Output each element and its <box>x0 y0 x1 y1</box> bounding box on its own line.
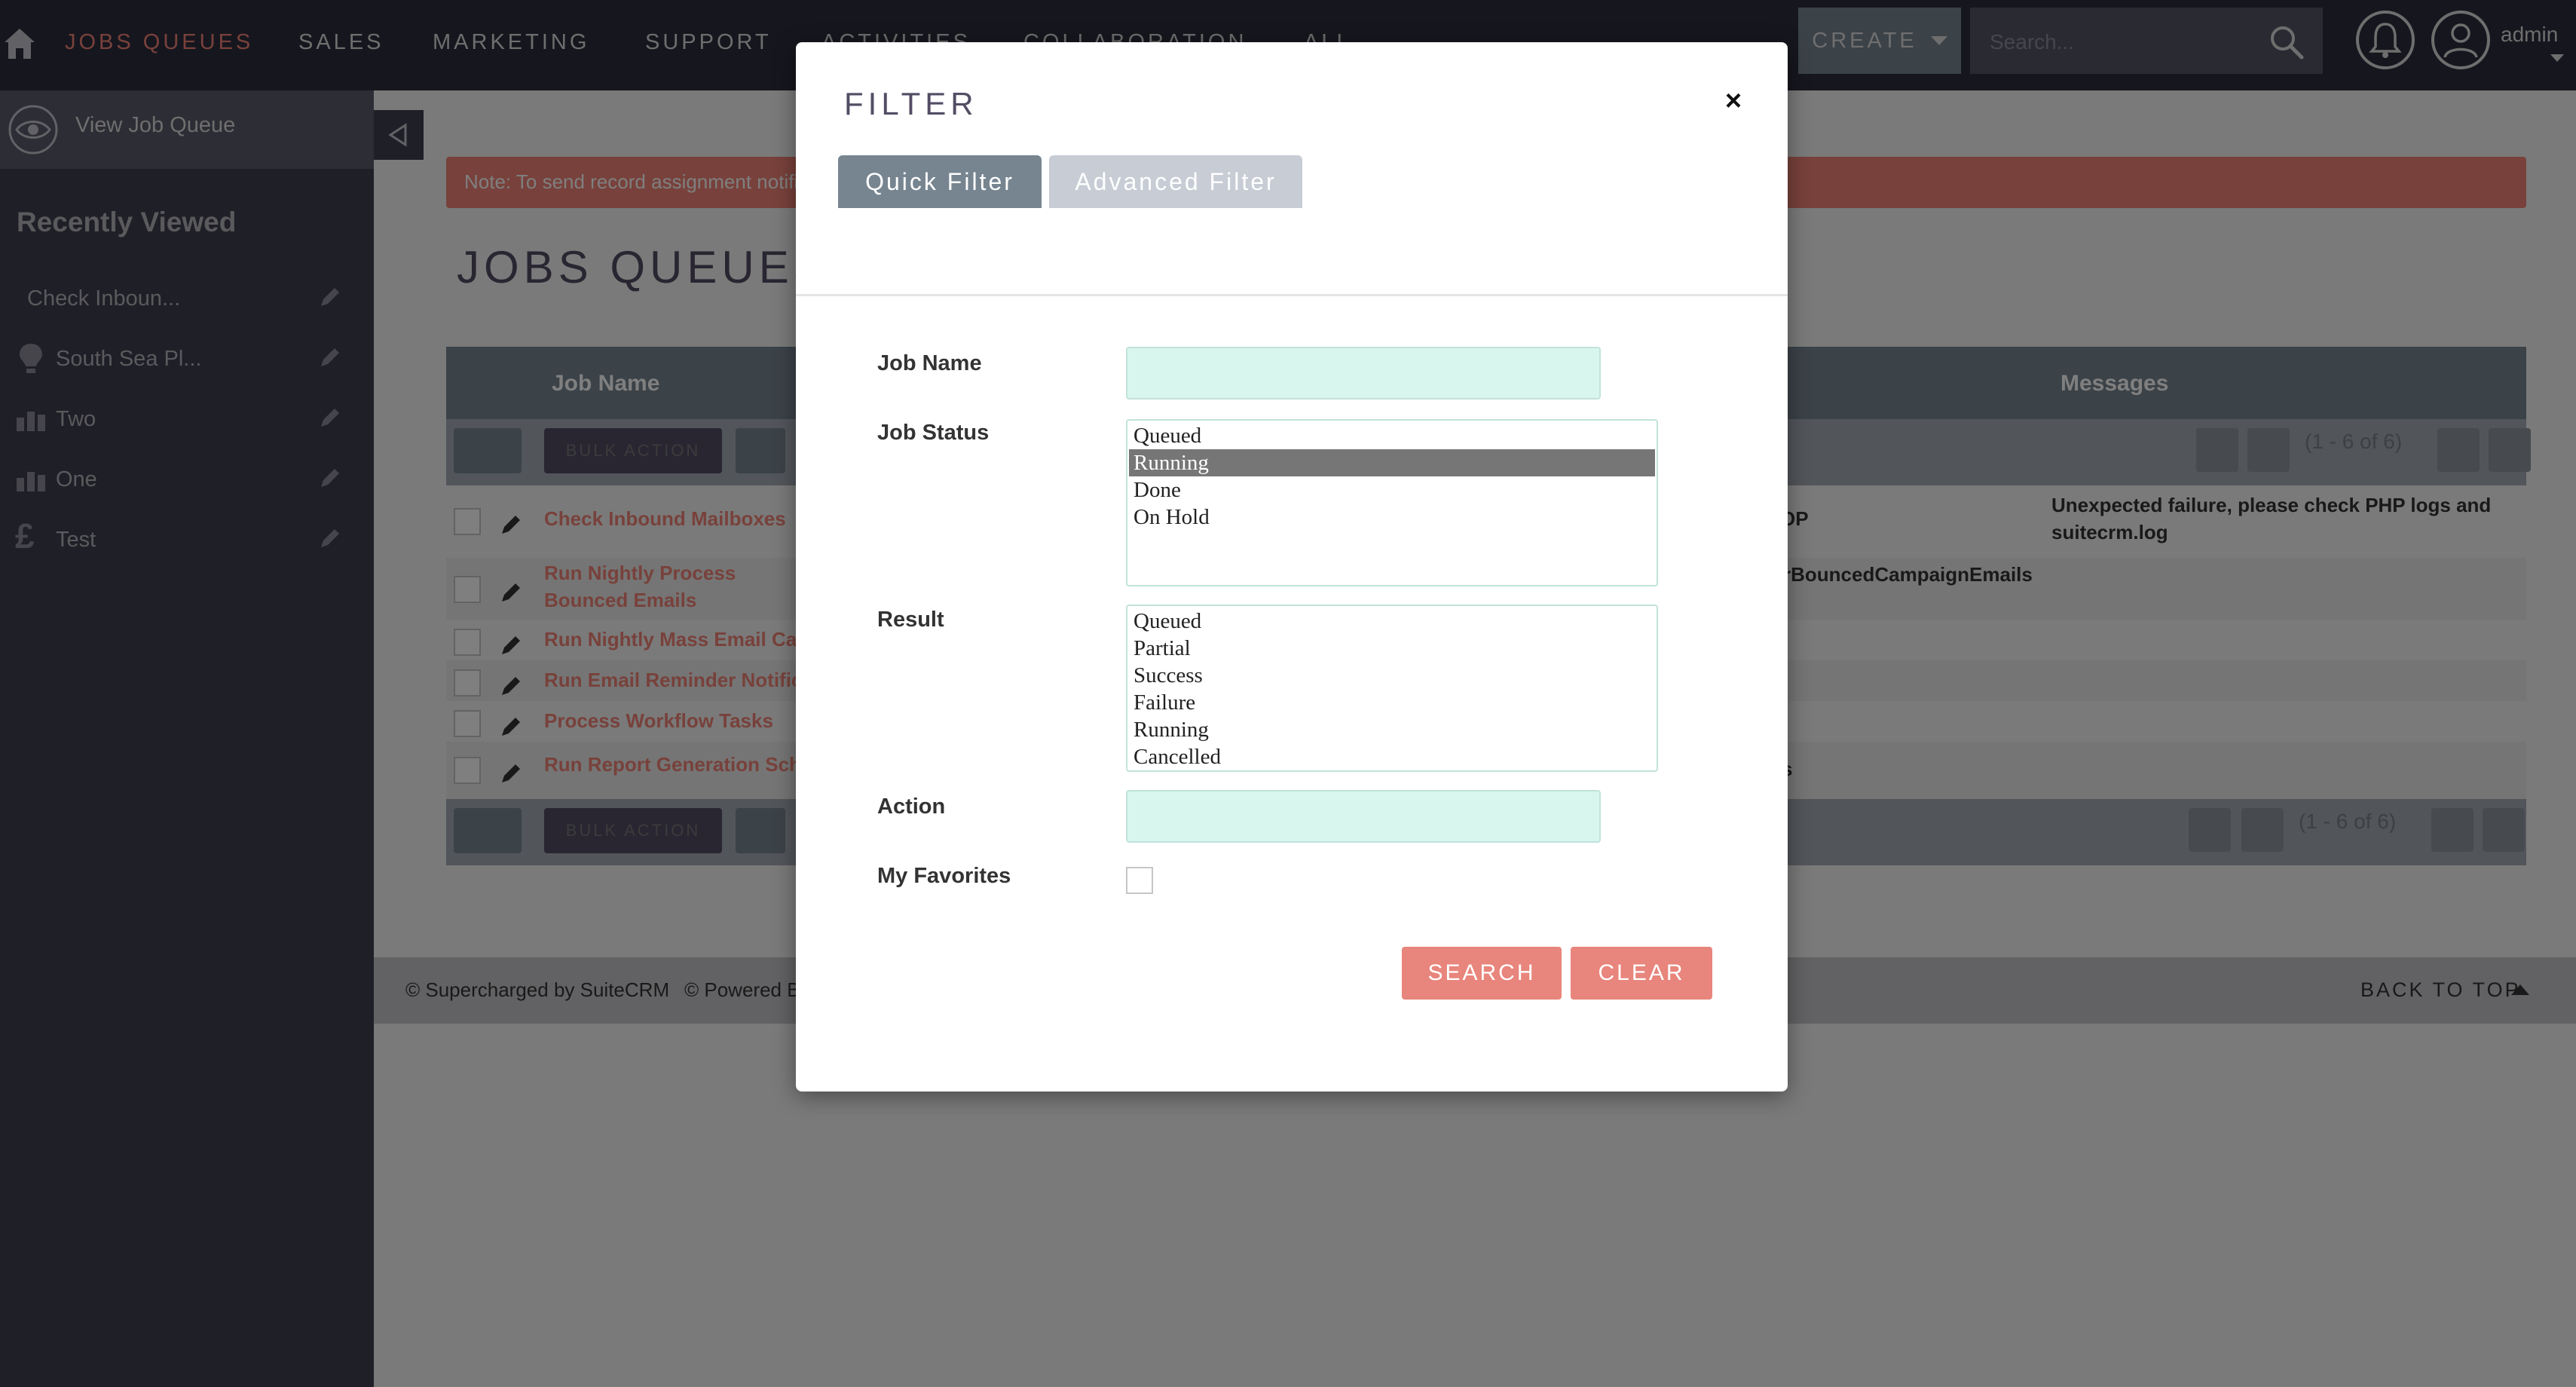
search-button[interactable]: SEARCH <box>1402 947 1562 1000</box>
tab-quick-filter[interactable]: Quick Filter <box>838 155 1042 208</box>
my-favorites-checkbox[interactable] <box>1126 867 1153 894</box>
job-status-option-selected[interactable]: Running <box>1129 449 1655 476</box>
result-option[interactable]: Success <box>1129 662 1655 689</box>
job-status-option[interactable]: Queued <box>1129 422 1655 449</box>
result-option[interactable]: Queued <box>1129 608 1655 635</box>
job-status-label: Job Status <box>877 421 990 445</box>
result-option[interactable]: Failure <box>1129 689 1655 716</box>
my-favorites-label: My Favorites <box>877 864 1011 888</box>
tab-advanced-filter[interactable]: Advanced Filter <box>1049 155 1302 208</box>
job-name-label: Job Name <box>877 351 982 375</box>
result-option[interactable]: Partial <box>1129 635 1655 662</box>
job-status-select[interactable]: Queued Running Done On Hold <box>1126 419 1658 586</box>
action-label: Action <box>877 795 946 819</box>
job-name-input[interactable] <box>1126 347 1601 400</box>
result-option[interactable]: Cancelled <box>1129 743 1655 770</box>
clear-button[interactable]: CLEAR <box>1571 947 1712 1000</box>
job-status-option[interactable]: Done <box>1129 476 1655 504</box>
result-option[interactable]: Running <box>1129 716 1655 743</box>
result-select[interactable]: Queued Partial Success Failure Running C… <box>1126 605 1658 772</box>
job-status-option[interactable]: On Hold <box>1129 504 1655 531</box>
modal-title: FILTER <box>844 86 978 121</box>
action-input[interactable] <box>1126 790 1601 843</box>
result-label: Result <box>877 608 944 632</box>
close-icon[interactable]: × <box>1717 84 1750 118</box>
modal-divider <box>796 294 1788 296</box>
filter-modal: FILTER × Quick Filter Advanced Filter Jo… <box>796 42 1788 1092</box>
